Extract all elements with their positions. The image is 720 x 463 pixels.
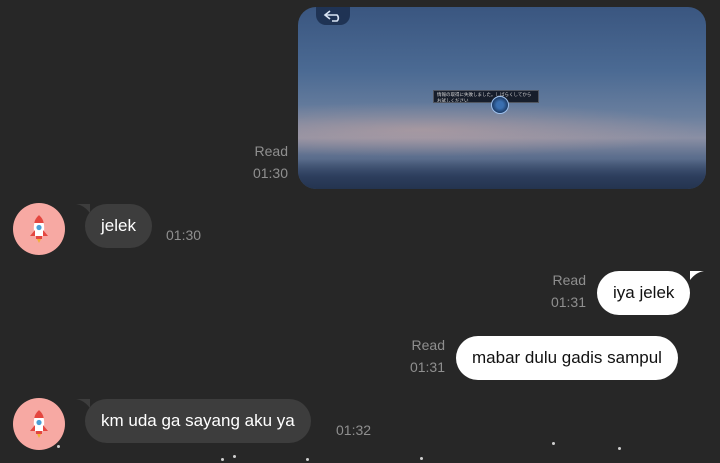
image-back-button xyxy=(316,7,350,25)
avatar[interactable] xyxy=(13,203,65,255)
message-time: 01:30 xyxy=(252,165,288,181)
image-error-dialog: 情報の取得に失敗しました。しばらくしてからお試しください xyxy=(433,90,539,103)
rocket-icon xyxy=(30,215,48,243)
rocket-icon xyxy=(30,410,48,438)
read-receipt: Read 01:30 xyxy=(240,141,288,183)
bubble-tail xyxy=(690,271,704,280)
chat-thread: Read 01:30 情報の取得に失敗しました。しばらくしてからお試しください … xyxy=(0,0,720,463)
message-time: 01:30 xyxy=(166,227,202,243)
image-ground xyxy=(298,159,706,189)
read-receipt: Read 01:31 xyxy=(397,335,445,377)
back-arrow-icon xyxy=(323,10,340,22)
loading-icon xyxy=(491,96,509,114)
image-message[interactable]: 情報の取得に失敗しました。しばらくしてからお試しください xyxy=(298,7,706,189)
read-receipt: Read 01:31 xyxy=(538,270,586,312)
outgoing-message-bubble[interactable]: iya jelek xyxy=(597,271,691,315)
incoming-message-bubble[interactable]: jelek xyxy=(85,204,152,248)
read-label: Read xyxy=(411,337,445,353)
incoming-message-bubble[interactable]: km uda ga sayang aku ya xyxy=(85,399,311,443)
avatar[interactable] xyxy=(13,398,65,450)
read-label: Read xyxy=(552,272,586,288)
read-label: Read xyxy=(254,143,288,159)
outgoing-message-bubble[interactable]: mabar dulu gadis sampul xyxy=(456,336,678,380)
message-time: 01:31 xyxy=(550,294,586,310)
message-time: 01:32 xyxy=(336,422,372,438)
message-time: 01:31 xyxy=(409,359,445,375)
